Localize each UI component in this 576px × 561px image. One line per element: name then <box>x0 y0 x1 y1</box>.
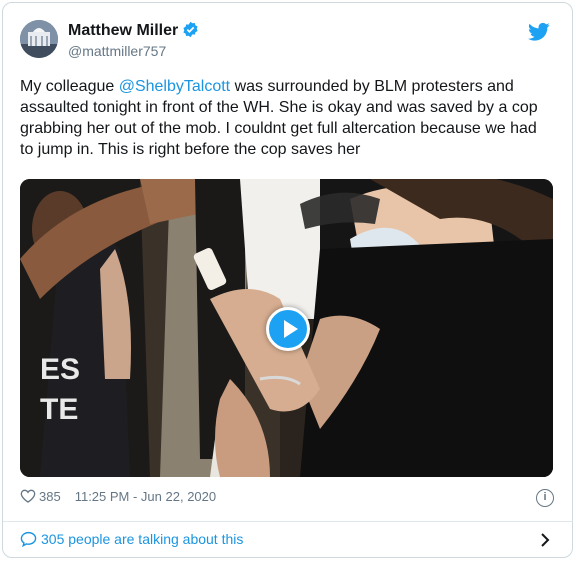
tweet-meta: 385 11:25 PM - Jun 22, 2020 i <box>20 489 554 509</box>
talking-count-text: 305 people are talking about this <box>41 531 244 547</box>
heart-icon[interactable] <box>20 489 36 503</box>
shirt-text-1: ES <box>40 353 80 386</box>
speech-bubble-icon <box>20 531 37 547</box>
twitter-bird-icon[interactable] <box>528 22 550 42</box>
author-handle[interactable]: @mattmiller757 <box>68 43 199 59</box>
conversation-link[interactable]: 305 people are talking about this <box>20 531 554 551</box>
play-icon[interactable] <box>266 307 310 351</box>
tweet-video[interactable]: ES TE <box>20 179 553 477</box>
avatar[interactable] <box>20 20 58 58</box>
info-icon[interactable]: i <box>536 489 554 507</box>
author-display-name[interactable]: Matthew Miller <box>68 22 178 40</box>
divider <box>3 521 573 522</box>
tweet-header: Matthew Miller @mattmiller757 <box>20 20 550 64</box>
shirt-text-2: TE <box>40 393 78 426</box>
like-count: 385 <box>39 489 61 504</box>
timestamp[interactable]: 11:25 PM - Jun 22, 2020 <box>75 489 216 504</box>
tweet-text: My colleague @ShelbyTalcott was surround… <box>20 76 550 160</box>
verified-badge-icon <box>183 21 198 38</box>
author-names: Matthew Miller @mattmiller757 <box>68 21 199 59</box>
mention-link[interactable]: @ShelbyTalcott <box>119 78 230 95</box>
chevron-right-icon[interactable] <box>540 533 550 547</box>
tweet-text-part-1: My colleague <box>20 78 119 95</box>
